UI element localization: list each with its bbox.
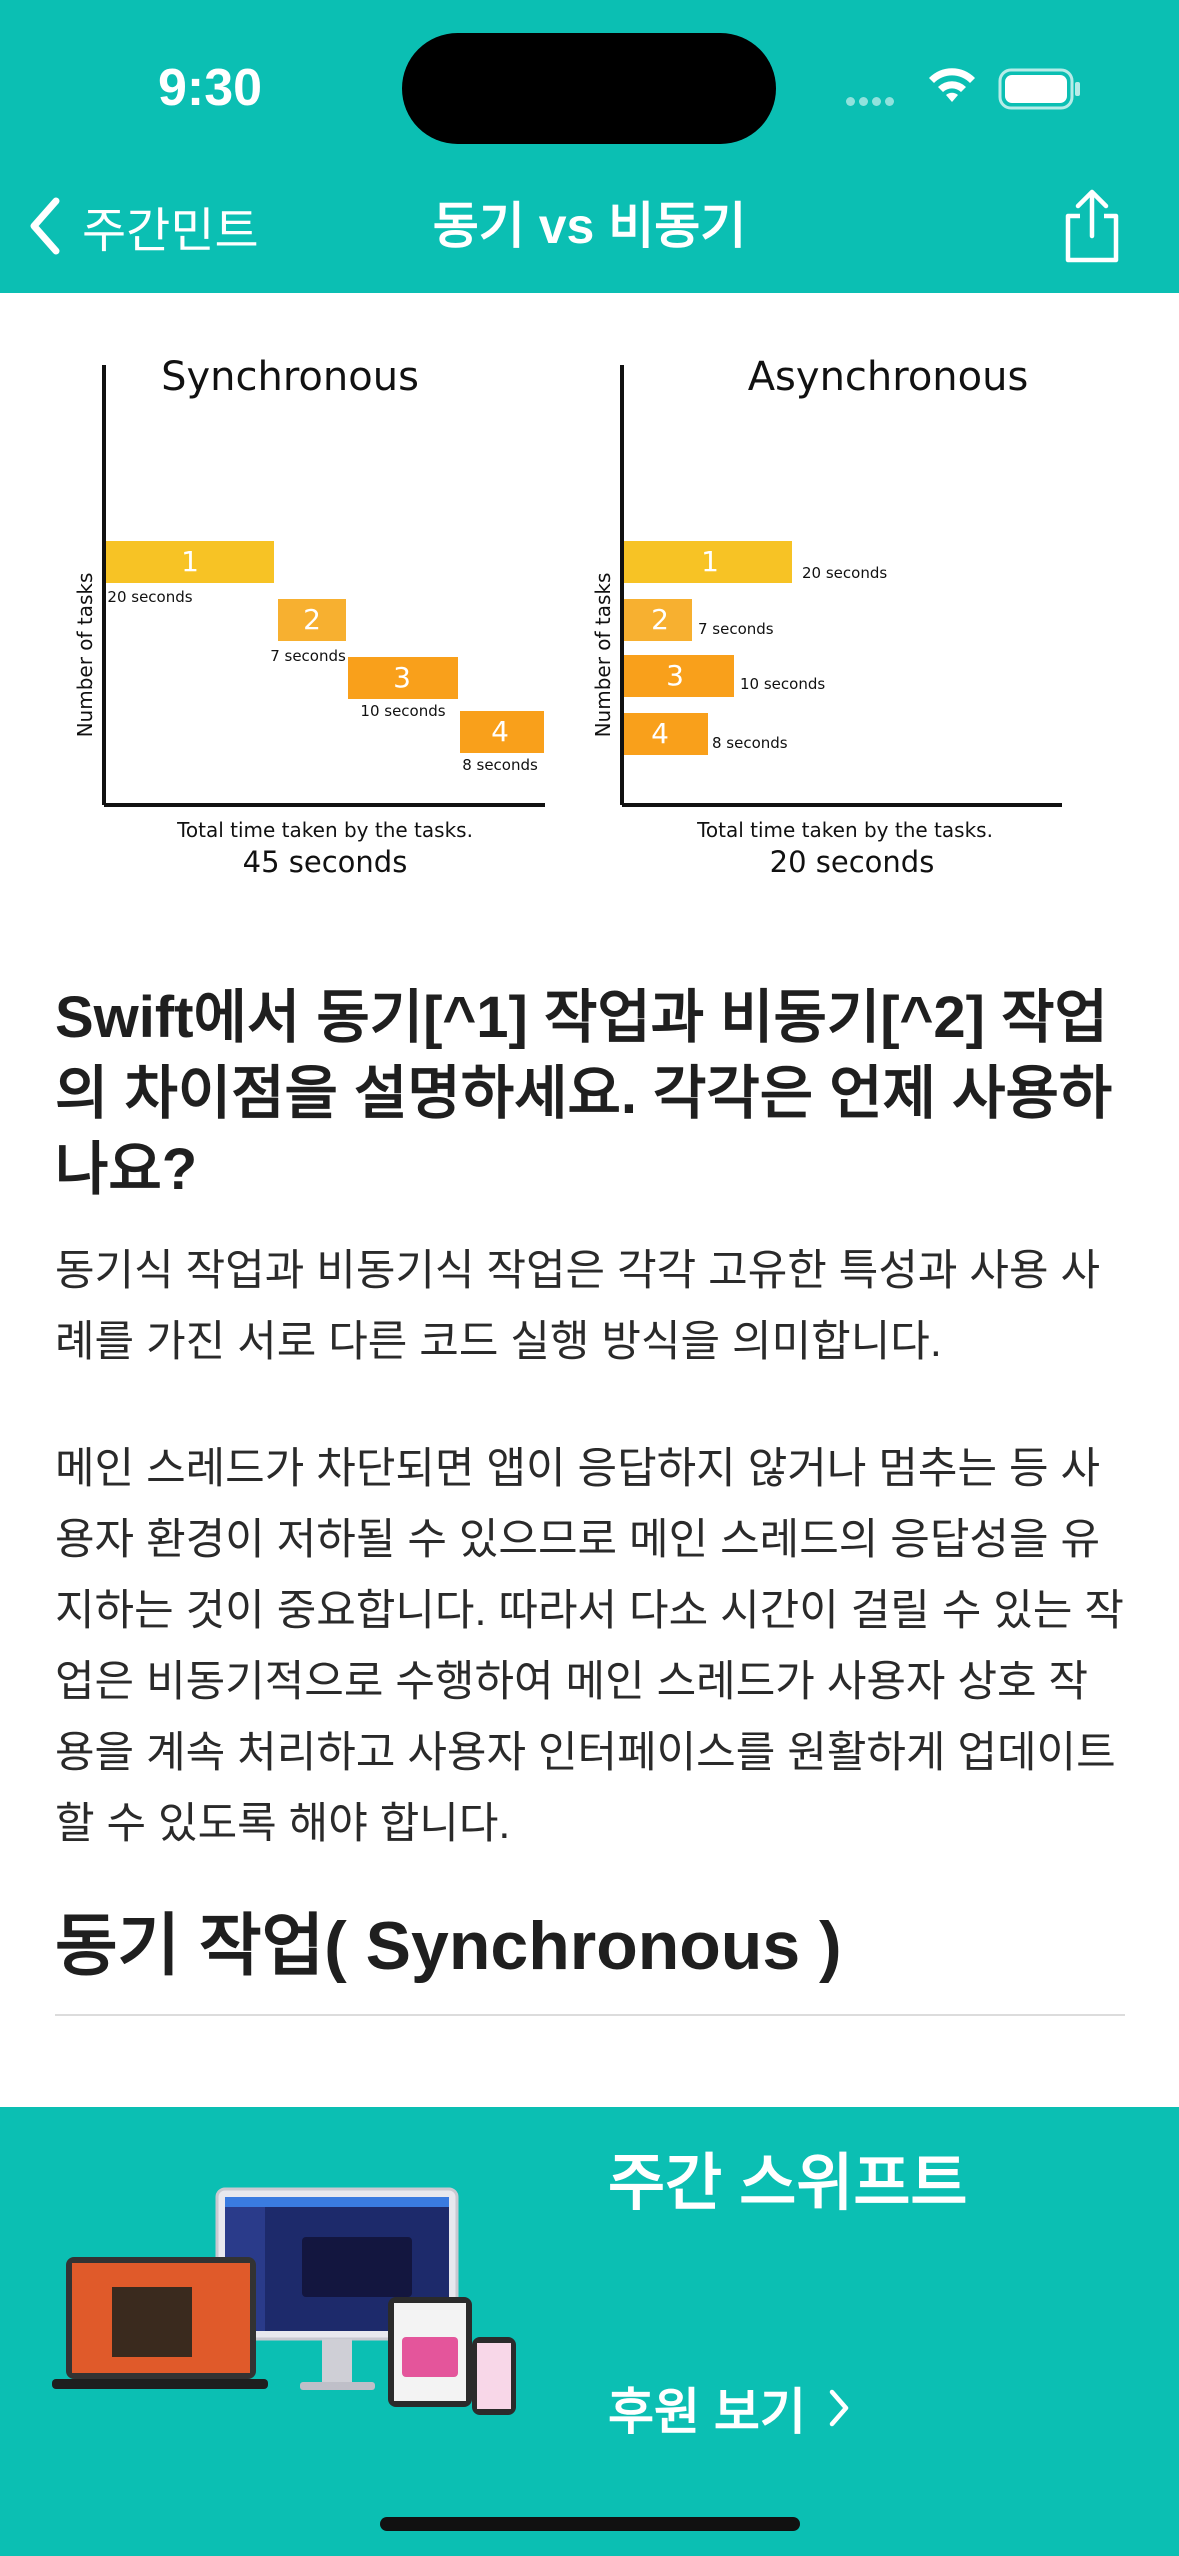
async-bar-2-label: 7 seconds — [698, 620, 774, 638]
question-heading: Swift에서 동기[^1] 작업과 비동기[^2] 작업의 차이점을 설명하세… — [55, 985, 1113, 1202]
section-heading-synchronous: 동기 작업( Synchronous ) — [55, 1908, 842, 1984]
async-ylabel: Number of tasks — [591, 573, 615, 738]
sync-ylabel: Number of tasks — [73, 573, 97, 738]
sync-bar-3-label: 10 seconds — [360, 702, 445, 720]
async-bar-4-number: 4 — [651, 717, 669, 750]
devices-illustration — [52, 2187, 516, 2415]
chevron-right-icon — [829, 2389, 849, 2427]
sync-total: 45 seconds — [243, 845, 408, 879]
divider — [55, 2014, 1125, 2016]
async-title: Asynchronous — [748, 354, 1029, 400]
paragraph-main-thread: 메인 스레드가 차단되면 앱이 응답하지 않거나 멈추는 등 사용자 환경이 저… — [55, 1445, 1124, 1848]
async-bar-4-label: 8 seconds — [712, 734, 788, 752]
sync-bar-1-number: 1 — [181, 545, 199, 578]
sync-bar-3-number: 3 — [393, 661, 411, 694]
sync-bar-2-label: 7 seconds — [270, 647, 346, 665]
status-time: 9:30 — [158, 59, 263, 117]
async-bar-2-number: 2 — [651, 603, 669, 636]
battery-icon — [998, 68, 1080, 110]
async-total: 20 seconds — [770, 845, 935, 879]
async-bar-1-label: 20 seconds — [802, 564, 887, 582]
page-title: 동기 vs 비동기 — [432, 198, 747, 254]
async-bar-1-number: 1 — [701, 545, 719, 578]
dynamic-island — [402, 33, 776, 144]
sync-bar-2-number: 2 — [303, 603, 321, 636]
async-bar-3-number: 3 — [666, 659, 684, 692]
sync-bar-1-label: 20 seconds — [107, 588, 192, 606]
sync-title: Synchronous — [161, 354, 419, 400]
synchronous-chart: Synchronous Number of tasks 1 20 seconds… — [73, 354, 545, 879]
banner-title: 주간 스위프트 — [608, 2149, 968, 2218]
article-body: Swift에서 동기[^1] 작업과 비동기[^2] 작업의 차이점을 설명하세… — [55, 980, 1125, 2016]
cellular-signal-icon — [846, 93, 898, 111]
home-indicator — [380, 2517, 800, 2531]
navigation-header: 9:30 주간민트 동기 vs 비동기 — [0, 0, 1179, 293]
sync-async-diagram: Synchronous Number of tasks 1 20 seconds… — [73, 354, 1062, 879]
paragraph-intro: 동기식 작업과 비동기식 작업은 각각 고유한 특성과 사용 사례를 가진 서로… — [55, 1247, 1101, 1366]
sponsor-banner[interactable]: 주간 스위프트 후원 보기 — [0, 2107, 1179, 2556]
sponsor-link[interactable]: 후원 보기 — [608, 2372, 850, 2444]
sync-xlabel: Total time taken by the tasks. — [176, 818, 473, 842]
sync-bar-4-label: 8 seconds — [462, 756, 538, 774]
share-icon[interactable] — [1060, 186, 1124, 266]
wifi-icon — [929, 68, 975, 102]
sponsor-link-label: 후원 보기 — [608, 2384, 806, 2440]
asynchronous-chart: Asynchronous Number of tasks 1 20 second… — [591, 354, 1062, 879]
sync-bar-4-number: 4 — [491, 715, 509, 748]
async-xlabel: Total time taken by the tasks. — [696, 818, 993, 842]
async-bar-3-label: 10 seconds — [740, 675, 825, 693]
